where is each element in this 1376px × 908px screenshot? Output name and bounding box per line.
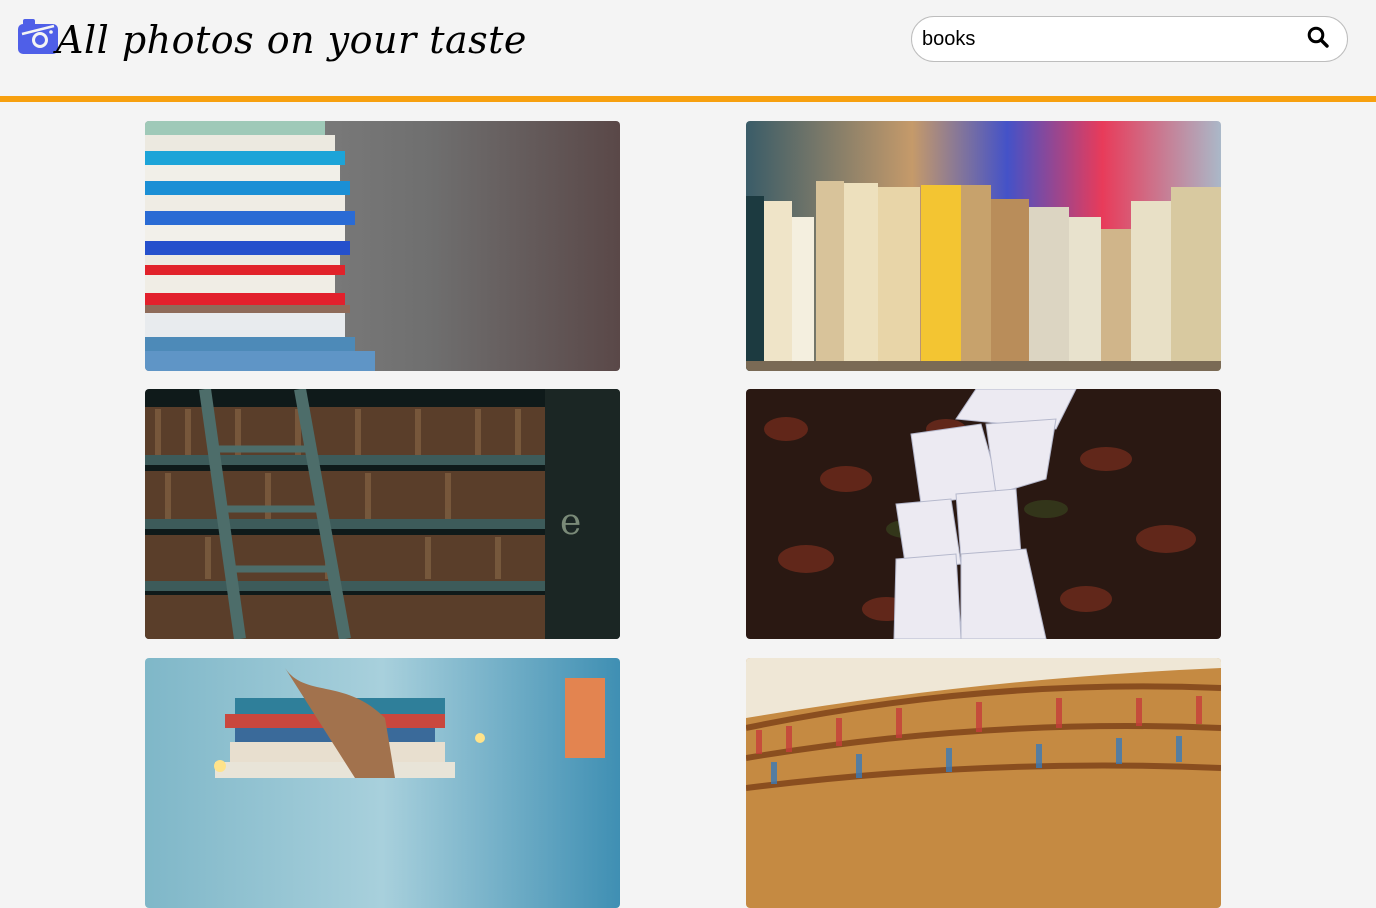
search-bar <box>911 16 1348 62</box>
curved-library-bookshelves-icon <box>746 658 1221 908</box>
row-of-old-books-icon <box>746 121 1221 371</box>
header: All photos on your taste <box>0 0 1376 96</box>
open-books-on-autumn-leaves-icon <box>746 389 1221 639</box>
search-icon[interactable] <box>1307 26 1333 52</box>
photo-card[interactable] <box>145 121 620 371</box>
svg-text:e: e <box>560 502 581 543</box>
photo-card[interactable]: e <box>145 389 620 639</box>
photo-card[interactable] <box>746 658 1221 908</box>
camera-icon[interactable] <box>18 18 58 56</box>
photo-card[interactable] <box>145 658 620 908</box>
page-title: All photos on your taste <box>56 18 527 62</box>
search-input[interactable] <box>922 24 1292 54</box>
header-accent-border <box>0 96 1376 102</box>
books-tied-with-ribbon-icon <box>145 658 620 908</box>
stack-of-colorful-books-icon <box>145 121 620 371</box>
library-shelf-with-ladder-icon: e <box>145 389 620 639</box>
photo-card[interactable] <box>746 389 1221 639</box>
photo-card[interactable] <box>746 121 1221 371</box>
